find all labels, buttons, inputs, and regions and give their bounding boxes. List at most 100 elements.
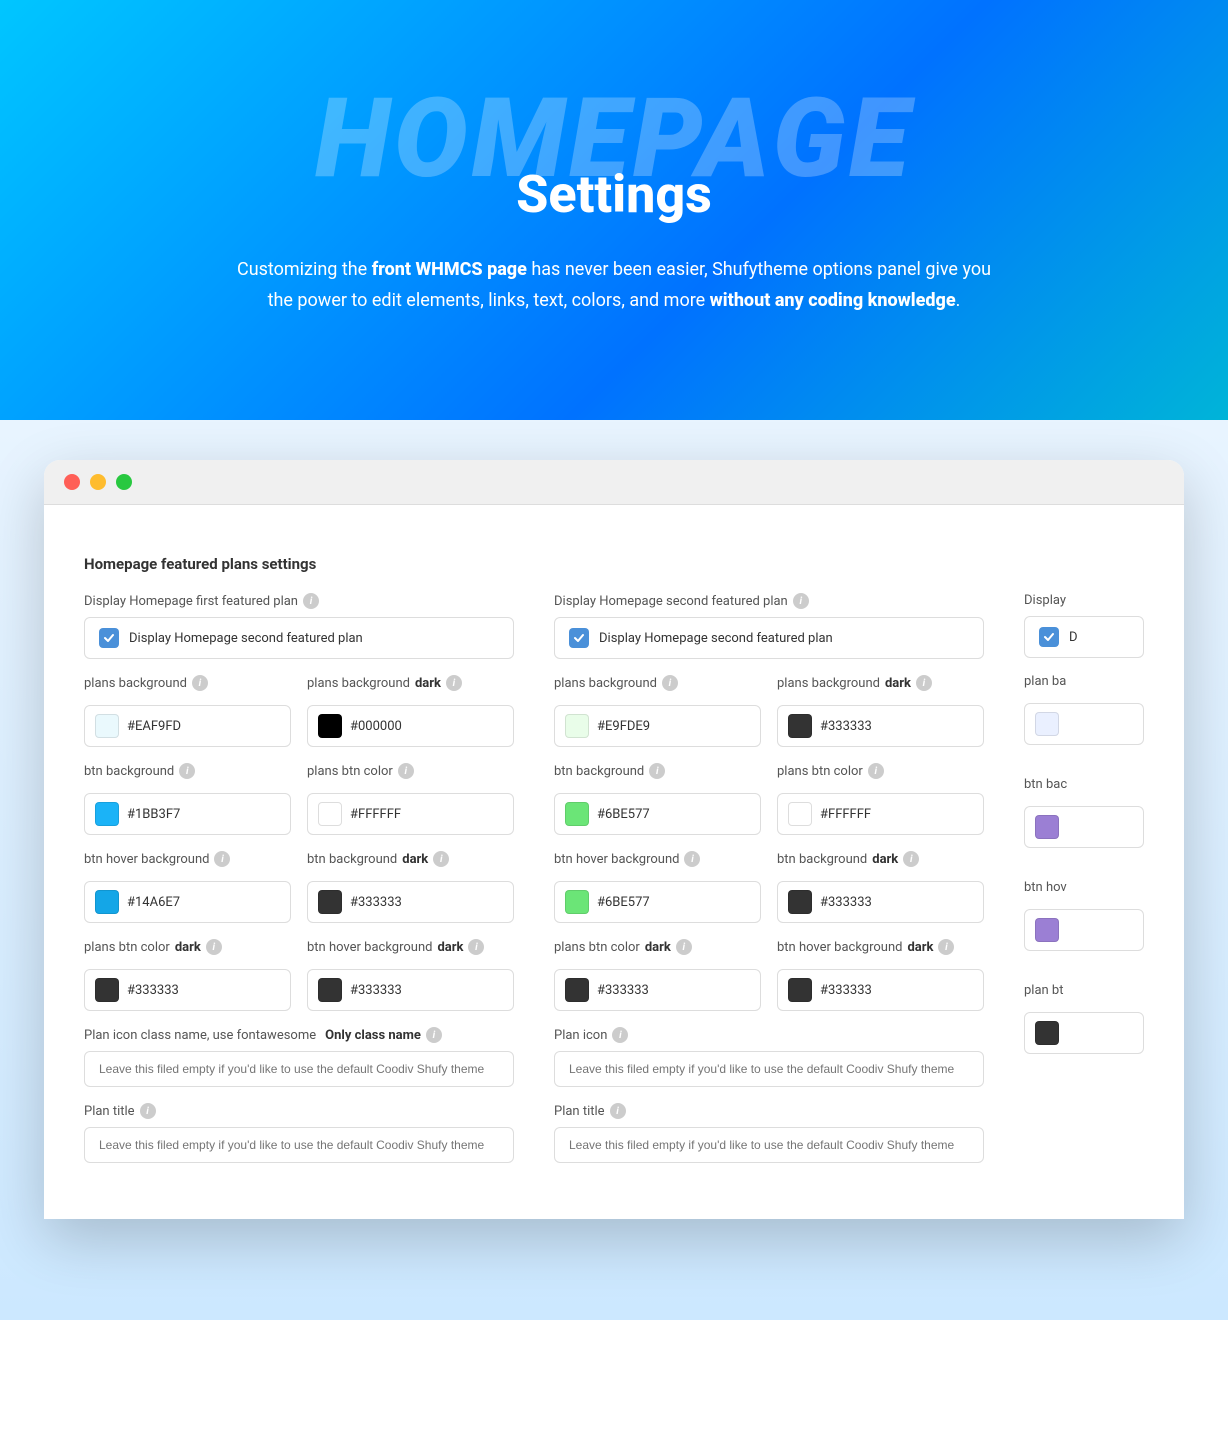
plans-btn-dark-hex-2: #333333 [597, 983, 649, 998]
plans-btn-dark-input-1[interactable]: #333333 [84, 969, 291, 1011]
btn-bg-swatch-3 [1035, 815, 1059, 839]
btn-hover-group-1: btn hover background i #14A6E7 [84, 851, 291, 923]
info-icon-hover-dark-1[interactable]: i [468, 939, 484, 955]
info-icon-hover-1[interactable]: i [214, 851, 230, 867]
browser-dot-green[interactable] [116, 474, 132, 490]
btn-hover-dark-group-2: btn hover background dark i #333333 [777, 939, 984, 1011]
info-icon-btn-dark-2[interactable]: i [903, 851, 919, 867]
plans-btn-color-label-2: plans btn color i [777, 763, 984, 779]
plans-btn-dark-group-2: plans btn color dark i #333333 [554, 939, 761, 1011]
plans-btn-color-hex-1: #FFFFFF [350, 807, 401, 822]
plans-btn-dark-input-3[interactable] [1024, 1012, 1144, 1054]
btn-bg-input-2[interactable]: #6BE577 [554, 793, 761, 835]
plans-bg-group-2: plans background i #E9FDE9 [554, 675, 761, 747]
checkbox-3[interactable] [1039, 627, 1059, 647]
plans-bg-dark-label-2: plans background dark i [777, 675, 984, 691]
checkbox-row-2[interactable]: Display Homepage second featured plan [554, 617, 984, 659]
plans-btn-color-group-2: plans btn color i #FFFFFF [777, 763, 984, 835]
info-icon-title-1[interactable]: i [140, 1103, 156, 1119]
color-fields-row-1b: btn background i #1BB3F7 plans btn color [84, 763, 514, 835]
plans-bg-dark-group-2: plans background dark i #333333 [777, 675, 984, 747]
btn-hover-hex-1: #14A6E7 [127, 895, 180, 910]
btn-hover-swatch-1 [95, 890, 119, 914]
info-icon-btn-color-2[interactable]: i [868, 763, 884, 779]
plans-bg-dark-swatch-1 [318, 714, 342, 738]
btn-bg-dark-swatch-1 [318, 890, 342, 914]
btn-hover-hex-2: #6BE577 [597, 895, 650, 910]
plans-bg-swatch-2 [565, 714, 589, 738]
plans-bg-input-1[interactable]: #EAF9FD [84, 705, 291, 747]
plan-title-input-2[interactable] [554, 1127, 984, 1163]
checkbox-row-1[interactable]: Display Homepage second featured plan [84, 617, 514, 659]
plans-btn-dark-input-2[interactable]: #333333 [554, 969, 761, 1011]
info-icon-bg-dark-2[interactable]: i [916, 675, 932, 691]
browser-window: Homepage featured plans settings Display… [44, 460, 1184, 1219]
color-fields-row-1a: plans background i #EAF9FD plans backgro… [84, 675, 514, 747]
info-icon-btn-color-1[interactable]: i [398, 763, 414, 779]
color-fields-row-2a: plans background i #E9FDE9 plans backgro… [554, 675, 984, 747]
btn-bg-label-3: btn bac [1024, 777, 1144, 792]
info-icon-2[interactable]: i [793, 593, 809, 609]
info-icon-btn-1[interactable]: i [179, 763, 195, 779]
checkbox-row-3[interactable]: D [1024, 616, 1144, 658]
btn-hover-input-2[interactable]: #6BE577 [554, 881, 761, 923]
btn-hover-group-3: btn hov [1024, 880, 1144, 951]
btn-hover-dark-input-2[interactable]: #333333 [777, 969, 984, 1011]
info-icon-icon-1[interactable]: i [426, 1027, 442, 1043]
plans-bg-label-1: plans background i [84, 675, 291, 691]
plans-btn-color-input-2[interactable]: #FFFFFF [777, 793, 984, 835]
info-icon-icon-2[interactable]: i [612, 1027, 628, 1043]
plans-grid: Display Homepage first featured plan i D… [84, 593, 1144, 1179]
btn-bg-dark-input-2[interactable]: #333333 [777, 881, 984, 923]
info-icon-bg-2[interactable]: i [662, 675, 678, 691]
info-icon-bg-1[interactable]: i [192, 675, 208, 691]
display-label-1: Display Homepage first featured plan i [84, 593, 514, 609]
settings-section-title: Homepage featured plans settings [84, 555, 1144, 573]
btn-hover-swatch-2 [565, 890, 589, 914]
plan-column-3: Display D plan ba [1024, 593, 1144, 1179]
plan-title-input-1[interactable] [84, 1127, 514, 1163]
plans-btn-dark-hex-1: #333333 [127, 983, 179, 998]
btn-hover-input-1[interactable]: #14A6E7 [84, 881, 291, 923]
plans-bg-input-3[interactable] [1024, 703, 1144, 745]
btn-hover-dark-group-1: btn hover background dark i #333333 [307, 939, 514, 1011]
info-icon-hover-2[interactable]: i [684, 851, 700, 867]
plans-bg-input-2[interactable]: #E9FDE9 [554, 705, 761, 747]
plans-btn-dark-label-3: plan bt [1024, 983, 1144, 998]
plans-bg-dark-input-1[interactable]: #000000 [307, 705, 514, 747]
btn-bg-swatch-1 [95, 802, 119, 826]
plans-btn-color-input-1[interactable]: #FFFFFF [307, 793, 514, 835]
browser-content: Homepage featured plans settings Display… [44, 505, 1184, 1219]
btn-bg-dark-label-2: btn background dark i [777, 851, 984, 867]
btn-bg-dark-input-1[interactable]: #333333 [307, 881, 514, 923]
info-icon-hover-dark-2[interactable]: i [938, 939, 954, 955]
btn-bg-input-3[interactable] [1024, 806, 1144, 848]
checkbox-2[interactable] [569, 628, 589, 648]
info-icon-btn-dark-color-1[interactable]: i [206, 939, 222, 955]
browser-dot-red[interactable] [64, 474, 80, 490]
info-icon-btn-dark-color-2[interactable]: i [676, 939, 692, 955]
checkbox-1[interactable] [99, 628, 119, 648]
btn-bg-dark-label-1: btn background dark i [307, 851, 514, 867]
btn-bg-input-1[interactable]: #1BB3F7 [84, 793, 291, 835]
plan-title-label-1: Plan title i [84, 1103, 514, 1119]
plans-bg-hex-2: #E9FDE9 [597, 719, 650, 734]
info-icon-bg-dark-1[interactable]: i [446, 675, 462, 691]
icon-input-2[interactable] [554, 1051, 984, 1087]
plans-btn-color-label-1: plans btn color i [307, 763, 514, 779]
info-icon-title-2[interactable]: i [610, 1103, 626, 1119]
plans-bg-dark-input-2[interactable]: #333333 [777, 705, 984, 747]
btn-bg-group-3: btn bac [1024, 777, 1144, 848]
color-fields-row-2b: btn background i #6BE577 plans btn color [554, 763, 984, 835]
browser-dot-yellow[interactable] [90, 474, 106, 490]
plans-bg-swatch-3 [1035, 712, 1059, 736]
btn-hover-dark-input-1[interactable]: #333333 [307, 969, 514, 1011]
plans-btn-color-group-1: plans btn color i #FFFFFF [307, 763, 514, 835]
icon-class-input-1[interactable] [84, 1051, 514, 1087]
plans-bg-dark-swatch-2 [788, 714, 812, 738]
btn-hover-dark-label-1: btn hover background dark i [307, 939, 514, 955]
btn-hover-input-3[interactable] [1024, 909, 1144, 951]
info-icon-btn-dark-1[interactable]: i [433, 851, 449, 867]
info-icon-btn-2[interactable]: i [649, 763, 665, 779]
info-icon-1[interactable]: i [303, 593, 319, 609]
